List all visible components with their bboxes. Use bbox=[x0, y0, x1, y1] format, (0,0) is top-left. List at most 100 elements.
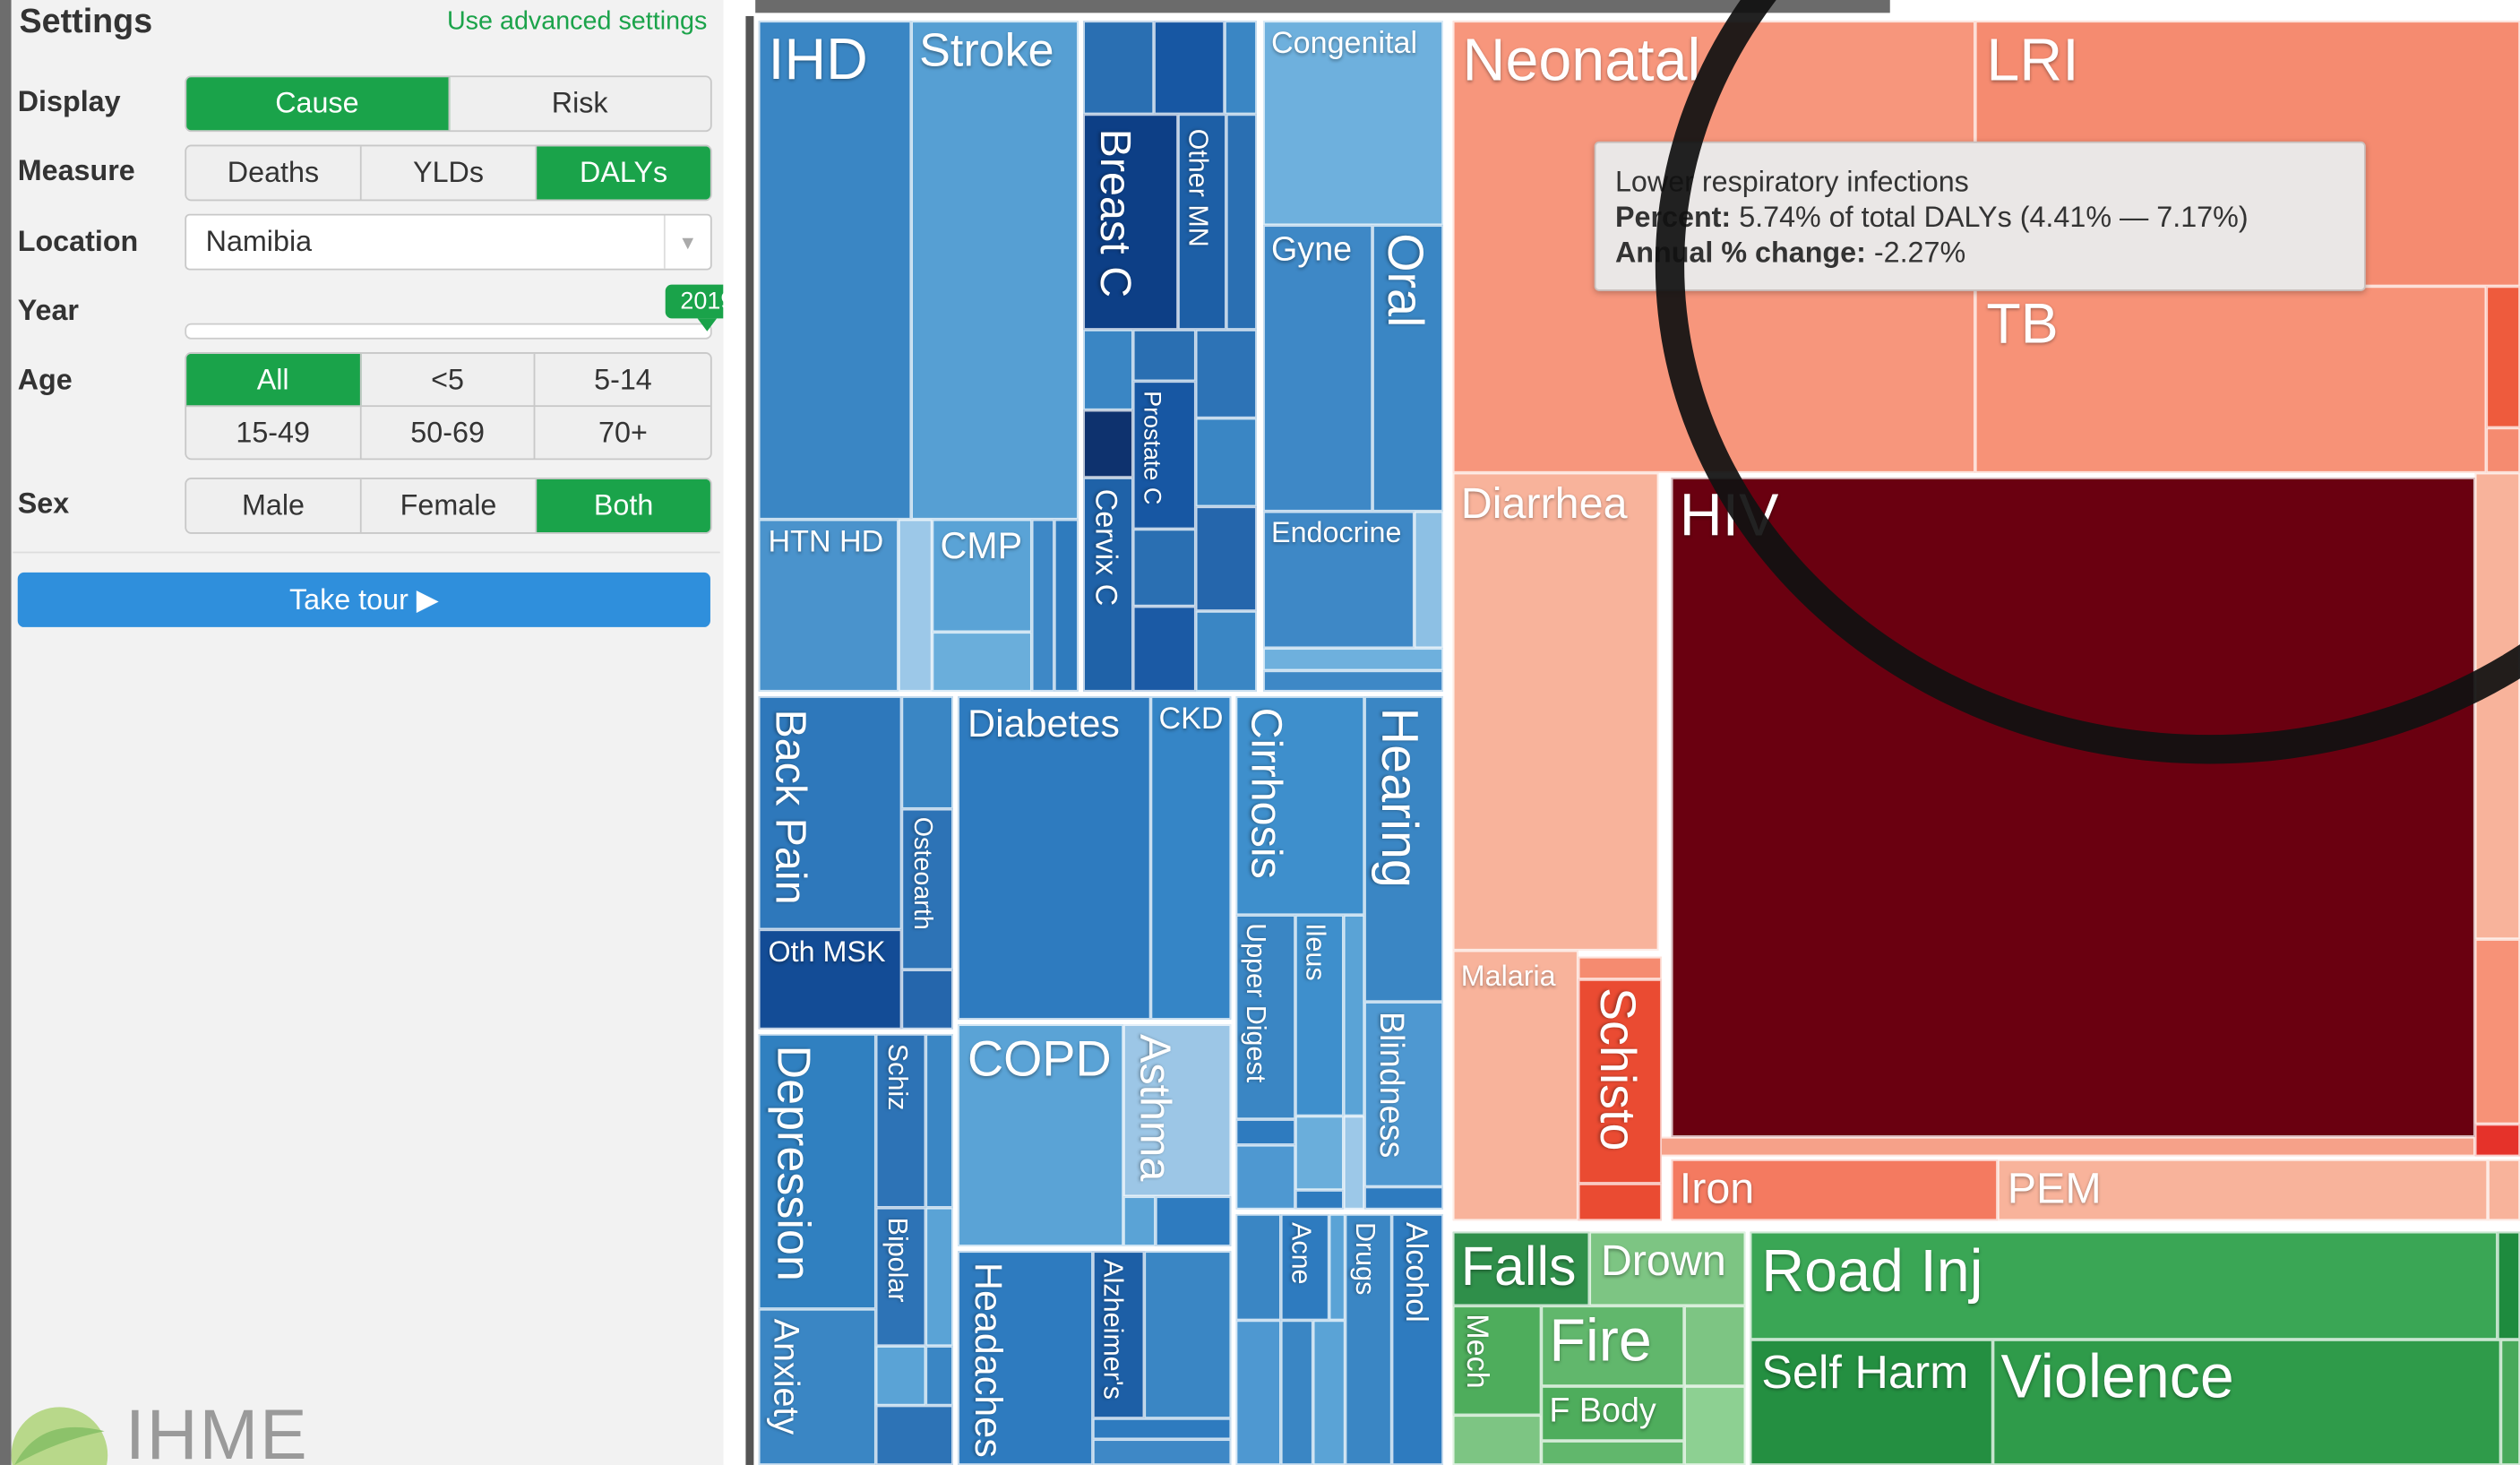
treemap-cell-small-endo3[interactable] bbox=[1263, 670, 1444, 692]
age-5-14-button[interactable]: 5-14 bbox=[535, 354, 710, 408]
treemap-cell-drugs[interactable]: Drugs bbox=[1345, 1213, 1392, 1465]
treemap-cell-comm-small3[interactable] bbox=[2474, 472, 2520, 940]
age-under5-button[interactable]: <5 bbox=[361, 353, 536, 408]
treemap-cell-endocrine[interactable]: Endocrine bbox=[1263, 511, 1415, 649]
treemap-cell-msk-small[interactable] bbox=[901, 696, 953, 809]
treemap-cell-ihd[interactable]: IHD bbox=[758, 21, 912, 520]
treemap-cell-hiv[interactable]: HIV bbox=[1671, 478, 2475, 1137]
treemap-cell-dig-small3[interactable] bbox=[1235, 1144, 1295, 1210]
treemap-cell-cancer-i[interactable] bbox=[1132, 606, 1196, 692]
treemap-cell-small-endo[interactable] bbox=[1414, 511, 1444, 649]
treemap-cell-inj-small5[interactable] bbox=[2497, 1231, 2520, 1340]
treemap-cell-diabetes[interactable]: Diabetes bbox=[958, 696, 1151, 1020]
treemap-cell-depression[interactable]: Depression bbox=[758, 1033, 876, 1309]
treemap-cell-cervix-c[interactable]: Cervix C bbox=[1083, 478, 1133, 692]
chevron-down-icon[interactable]: ▼ bbox=[663, 215, 710, 269]
treemap-cell-mech[interactable]: Mech bbox=[1452, 1306, 1542, 1416]
treemap-cell-mental-small4[interactable] bbox=[925, 1346, 953, 1406]
treemap-cell-f-body[interactable]: F Body bbox=[1541, 1386, 1685, 1442]
treemap-cell-resp-small[interactable] bbox=[1123, 1196, 1156, 1246]
treemap-cell-copd[interactable]: COPD bbox=[958, 1024, 1124, 1246]
treemap-cell-cancer-k[interactable] bbox=[1195, 418, 1257, 507]
treemap-cell-dig-small5[interactable] bbox=[1294, 1190, 1344, 1210]
measure-ylds-button[interactable]: YLDs bbox=[362, 146, 538, 200]
treemap-cell-msk-small2[interactable] bbox=[901, 969, 953, 1030]
treemap-cell-ckd[interactable]: CKD bbox=[1150, 696, 1232, 1020]
treemap-cell-blindness[interactable]: Blindness bbox=[1364, 1002, 1444, 1187]
treemap-cell-headaches[interactable]: Headaches bbox=[958, 1251, 1093, 1465]
measure-deaths-button[interactable]: Deaths bbox=[186, 146, 362, 200]
measure-dalys-button[interactable]: DALYs bbox=[537, 146, 710, 200]
treemap-cell-prostate-c[interactable]: Prostate C bbox=[1132, 381, 1196, 530]
treemap-cell-dig-small[interactable] bbox=[1343, 915, 1365, 1116]
treemap-cell-cancer-e[interactable] bbox=[1083, 329, 1133, 410]
sex-both-button[interactable]: Both bbox=[537, 478, 710, 533]
treemap-cell-comm-small5[interactable] bbox=[2474, 1124, 2520, 1157]
age-15-49-button[interactable]: 15-49 bbox=[186, 407, 362, 459]
treemap-cell-mental-small2[interactable] bbox=[925, 1207, 953, 1347]
treemap-cell-pem[interactable]: PEM bbox=[1997, 1159, 2489, 1221]
treemap-cell-cancer-d[interactable] bbox=[1226, 114, 1257, 330]
treemap-cell-violence[interactable]: Violence bbox=[1992, 1339, 2501, 1465]
treemap-cell-inj-small6[interactable] bbox=[2500, 1339, 2520, 1465]
age-50-69-button[interactable]: 50-69 bbox=[361, 407, 536, 459]
treemap-cell-inj-small4[interactable] bbox=[1541, 1441, 1685, 1465]
treemap-cell-small-cv2[interactable] bbox=[932, 632, 1032, 692]
treemap-cell-back-pain[interactable]: Back Pain bbox=[758, 696, 902, 930]
treemap-cell-htn-hd[interactable]: HTN HD bbox=[758, 519, 899, 692]
treemap-cell-comm-small2[interactable] bbox=[2486, 427, 2520, 473]
treemap-cell-skin-b[interactable] bbox=[1329, 1213, 1346, 1321]
treemap-cell-falls[interactable]: Falls bbox=[1452, 1231, 1590, 1306]
treemap-cell-oth-msk[interactable]: Oth MSK bbox=[758, 929, 902, 1030]
treemap-cell-skin-a[interactable] bbox=[1235, 1213, 1281, 1321]
treemap-cell-cancer-m[interactable] bbox=[1195, 610, 1257, 692]
display-cause-button[interactable]: Cause bbox=[186, 77, 450, 131]
treemap-cell-osteoarth[interactable]: Osteoarth bbox=[901, 808, 953, 970]
treemap-cell-asthma[interactable]: Asthma bbox=[1123, 1024, 1232, 1197]
treemap-cell-gyne[interactable]: Gyne bbox=[1263, 225, 1373, 512]
treemap-cell-schisto[interactable]: Schisto bbox=[1578, 978, 1662, 1184]
treemap-cell-dig-small2[interactable] bbox=[1235, 1119, 1295, 1145]
treemap-cell-cancer-f[interactable] bbox=[1083, 409, 1133, 478]
treemap-cell-other-mn[interactable]: Other MN bbox=[1178, 114, 1226, 330]
treemap-cell-diarrhea[interactable]: Diarrhea bbox=[1452, 472, 1659, 951]
treemap-cell-anxiety[interactable]: Anxiety bbox=[758, 1308, 876, 1465]
treemap-cell-breast-c[interactable]: Breast C bbox=[1083, 114, 1179, 330]
treemap-cell-self-harm[interactable]: Self Harm bbox=[1750, 1339, 1993, 1465]
treemap-cell-mental-small3[interactable] bbox=[875, 1346, 926, 1406]
year-slider-track[interactable] bbox=[185, 323, 712, 340]
treemap-cell-small-cv1[interactable] bbox=[898, 519, 933, 692]
treemap-cell-comm-small[interactable] bbox=[2486, 286, 2520, 428]
treemap-cell-oral[interactable]: Oral bbox=[1372, 225, 1444, 512]
treemap-cell-stroke[interactable]: Stroke bbox=[911, 21, 1079, 520]
treemap-cell-fire[interactable]: Fire bbox=[1541, 1306, 1685, 1387]
treemap-cell-cancer-g[interactable] bbox=[1132, 329, 1196, 382]
age-all-button[interactable]: All bbox=[186, 353, 362, 408]
treemap-cell-cancer-c[interactable] bbox=[1225, 21, 1257, 115]
treemap-cell-cancer-j[interactable] bbox=[1195, 329, 1257, 418]
treemap-cell-cancer-l[interactable] bbox=[1195, 506, 1257, 611]
treemap-cell-comm-strip[interactable] bbox=[1658, 1136, 2475, 1157]
treemap-cell-congenital[interactable]: Congenital bbox=[1263, 21, 1444, 226]
treemap-cell-ntd-small[interactable] bbox=[1578, 956, 1662, 979]
treemap-cell-comm-small4[interactable] bbox=[2474, 939, 2520, 1125]
treemap-cell-alzheimers[interactable]: Alzheimer's bbox=[1092, 1251, 1145, 1418]
treemap-cell-mental-small5[interactable] bbox=[875, 1405, 953, 1465]
treemap-cell-bipolar[interactable]: Bipolar bbox=[875, 1207, 926, 1347]
treemap-cell-inj-small3[interactable] bbox=[1452, 1415, 1542, 1465]
treemap-cell-neuro-small[interactable] bbox=[1144, 1251, 1232, 1418]
treemap-cell-cirrhosis[interactable]: Cirrhosis bbox=[1235, 696, 1365, 916]
treemap-cell-small-endo2[interactable] bbox=[1263, 648, 1444, 671]
treemap-cell-acne[interactable]: Acne bbox=[1280, 1213, 1329, 1321]
treemap-cell-ntd-small2[interactable] bbox=[1578, 1183, 1662, 1221]
advanced-settings-link[interactable]: Use advanced settings bbox=[447, 8, 707, 37]
treemap-cell-inj-small2[interactable] bbox=[1684, 1386, 1746, 1465]
treemap-cell-ileus[interactable]: Ileus bbox=[1294, 915, 1344, 1116]
treemap-cell-dig-small4[interactable] bbox=[1294, 1116, 1344, 1191]
sex-female-button[interactable]: Female bbox=[362, 478, 538, 533]
treemap-cell-upper-digest[interactable]: Upper Digest bbox=[1235, 915, 1295, 1120]
treemap-cell-tb[interactable]: TB bbox=[1974, 286, 2487, 473]
treemap-cell-iron[interactable]: Iron bbox=[1671, 1159, 1998, 1221]
treemap-cell-small-cv4[interactable] bbox=[1054, 519, 1079, 692]
treemap-cell-skin-c[interactable] bbox=[1235, 1320, 1281, 1465]
